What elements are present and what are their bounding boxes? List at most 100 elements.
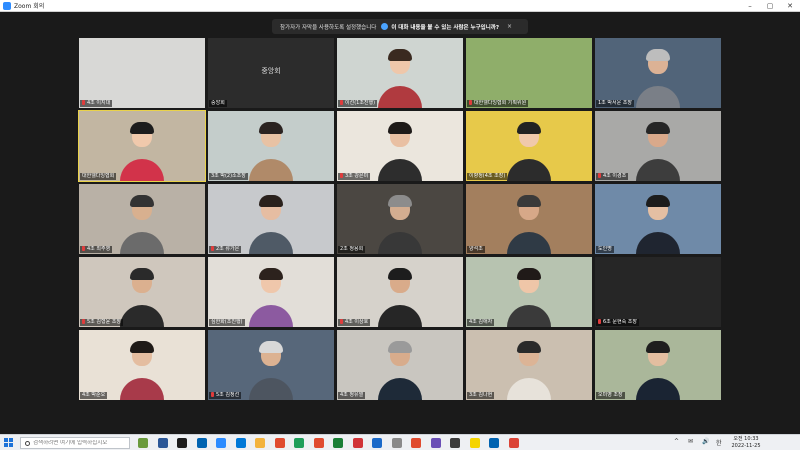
participant-tile[interactable]: 4조 정유열: [337, 330, 463, 400]
taskbar-app-icon[interactable]: [391, 438, 402, 448]
participant-tile[interactable]: 5조 김정선: [208, 330, 334, 400]
participant-tile[interactable]: 오미영 조장: [595, 330, 721, 400]
participant-tile[interactable]: 1조 박서운 조장: [595, 38, 721, 108]
taskbar-app-icon[interactable]: [333, 438, 343, 448]
muted-mic-icon: [598, 319, 601, 324]
participant-name-label: 오미영 조장: [596, 392, 625, 399]
minimize-button[interactable]: –: [740, 0, 760, 12]
muted-mic-icon: [82, 100, 85, 105]
taskbar-app-icon[interactable]: [177, 438, 187, 448]
taskbar-clock[interactable]: 오전 10:33 2022-11-25: [728, 436, 764, 449]
taskbar-app-icon[interactable]: [352, 438, 363, 448]
participant-hair: [388, 195, 412, 207]
participant-hair: [517, 195, 541, 207]
participant-name-label: 3조 김나현: [467, 392, 495, 399]
muted-mic-icon: [82, 319, 85, 324]
participant-tile[interactable]: 중앙회 중앙회: [208, 38, 334, 108]
taskbar-search-box[interactable]: [20, 437, 130, 449]
caption-notice-banner: 참가자가 자막을 사용하도록 설정했습니다 이 대화 내용을 볼 수 있는 사람…: [272, 19, 528, 34]
close-window-button[interactable]: ✕: [780, 0, 800, 12]
participant-tile[interactable]: 4조 박순오: [79, 330, 205, 400]
muted-mic-icon: [82, 246, 85, 251]
participant-name: 4조 최주영: [87, 246, 111, 252]
taskbar-app-icon[interactable]: [138, 438, 148, 448]
taskbar-app-icon[interactable]: [313, 438, 324, 448]
participant-tile[interactable]: 4조 이지대: [79, 38, 205, 108]
muted-mic-icon: [340, 173, 343, 178]
participant-tile[interactable]: 이향정(4조 조장): [466, 111, 592, 181]
taskbar-app-icon[interactable]: [411, 438, 421, 448]
participant-tile[interactable]: 4조 최주영: [79, 184, 205, 254]
windows-start-icon[interactable]: [4, 438, 14, 448]
participant-hair: [130, 268, 154, 280]
taskbar-app-icon[interactable]: [157, 438, 168, 448]
participant-tile[interactable]: 4조 이상호: [337, 257, 463, 327]
tray-icon[interactable]: 🔊: [702, 438, 709, 445]
participant-name-label: 5조 김정선: [209, 392, 242, 399]
participant-tile[interactable]: 2조 류가은: [208, 184, 334, 254]
participant-name-label: 4조 정유열: [338, 392, 366, 399]
taskbar-search-input[interactable]: [33, 440, 128, 446]
participant-tile[interactable]: 3조 박(2)소조장: [208, 111, 334, 181]
notice-question-link[interactable]: 이 대화 내용을 볼 수 있는 사람은 누구입니까?: [391, 23, 499, 31]
participant-name-label: 4조 이상호: [338, 319, 371, 326]
participant-hair: [388, 341, 412, 353]
taskbar-app-icon[interactable]: [372, 438, 382, 448]
tray-icon[interactable]: ^: [674, 438, 679, 445]
info-icon: [381, 23, 389, 30]
participant-hair: [388, 49, 412, 61]
participant-name: 5조 김정선: [216, 392, 240, 398]
participant-hair: [517, 268, 541, 280]
tray-icon[interactable]: 한: [716, 438, 722, 447]
participant-tile[interactable]: 4조 이경조: [595, 111, 721, 181]
participant-center-name: 중앙회: [261, 67, 281, 75]
tray-icon[interactable]: ✉: [688, 438, 693, 445]
taskbar-app-icon[interactable]: [508, 438, 519, 448]
participant-tile[interactable]: 심한화(조진행): [208, 257, 334, 327]
title-bar: Zoom 회의 – ▢ ✕: [0, 0, 800, 12]
taskbar-app-icon[interactable]: [489, 438, 499, 448]
participant-name: 오미영 조장: [598, 392, 623, 398]
taskbar-app-icon[interactable]: [430, 438, 441, 448]
maximize-button[interactable]: ▢: [760, 0, 780, 12]
participant-name-label: 5조 김형윤 조장: [80, 319, 123, 326]
participant-name-label: 2조 류가은: [209, 246, 242, 253]
participant-name: 심한화(조진행): [211, 319, 243, 325]
taskbar-app-icon[interactable]: [450, 438, 460, 448]
participant-tile[interactable]: 대한웰다잉협회 기획위원: [466, 38, 592, 108]
participant-tile[interactable]: 도인명: [595, 184, 721, 254]
participant-name: 2조 정용희: [340, 246, 364, 252]
participant-name: 6조 문현숙 조장: [603, 319, 637, 325]
participant-hair: [646, 122, 670, 134]
participant-hair: [646, 341, 670, 353]
participant-hair: [130, 341, 154, 353]
participant-name: 4조 김애자: [469, 319, 493, 325]
participant-tile[interactable]: 이선(1조진행): [337, 38, 463, 108]
participant-tile[interactable]: 3조 강은미: [337, 111, 463, 181]
participant-tile[interactable]: 6조 문현숙 조장: [595, 257, 721, 327]
participant-hair: [388, 122, 412, 134]
participant-tile[interactable]: 5조 김형윤 조장: [79, 257, 205, 327]
participant-tile[interactable]: 3조 김나현: [466, 330, 592, 400]
taskbar-app-icon[interactable]: [294, 438, 304, 448]
taskbar-app-icon[interactable]: [196, 438, 207, 448]
participant-name-label: 4조 이지대: [80, 100, 113, 107]
taskbar-app-icon[interactable]: [469, 438, 480, 448]
participant-name: 4조 이지대: [87, 100, 111, 106]
participant-tile[interactable]: 4조 김애자: [466, 257, 592, 327]
participant-name: 대한웰다잉협회 기획위원: [474, 100, 527, 106]
participant-tile[interactable]: 2조 정용희: [337, 184, 463, 254]
taskbar-app-icon[interactable]: [216, 438, 226, 448]
taskbar-app-icon[interactable]: [255, 438, 265, 448]
muted-mic-icon: [211, 392, 214, 397]
participant-name: 5조 김형윤 조장: [87, 319, 121, 325]
participant-name-label: 1조 박서운 조장: [596, 100, 634, 107]
participant-hair: [646, 49, 670, 61]
participant-tile[interactable]: 대한웰다잉협회: [78, 110, 206, 182]
video-feed: [79, 38, 205, 108]
windows-taskbar: ^ ✉ 🔊 한 오전 10:33 2022-11-25: [0, 434, 800, 450]
taskbar-app-icon[interactable]: [235, 438, 246, 448]
notice-close-icon[interactable]: ×: [507, 23, 512, 30]
taskbar-app-icon[interactable]: [274, 438, 285, 448]
participant-tile[interactable]: 양석조: [466, 184, 592, 254]
